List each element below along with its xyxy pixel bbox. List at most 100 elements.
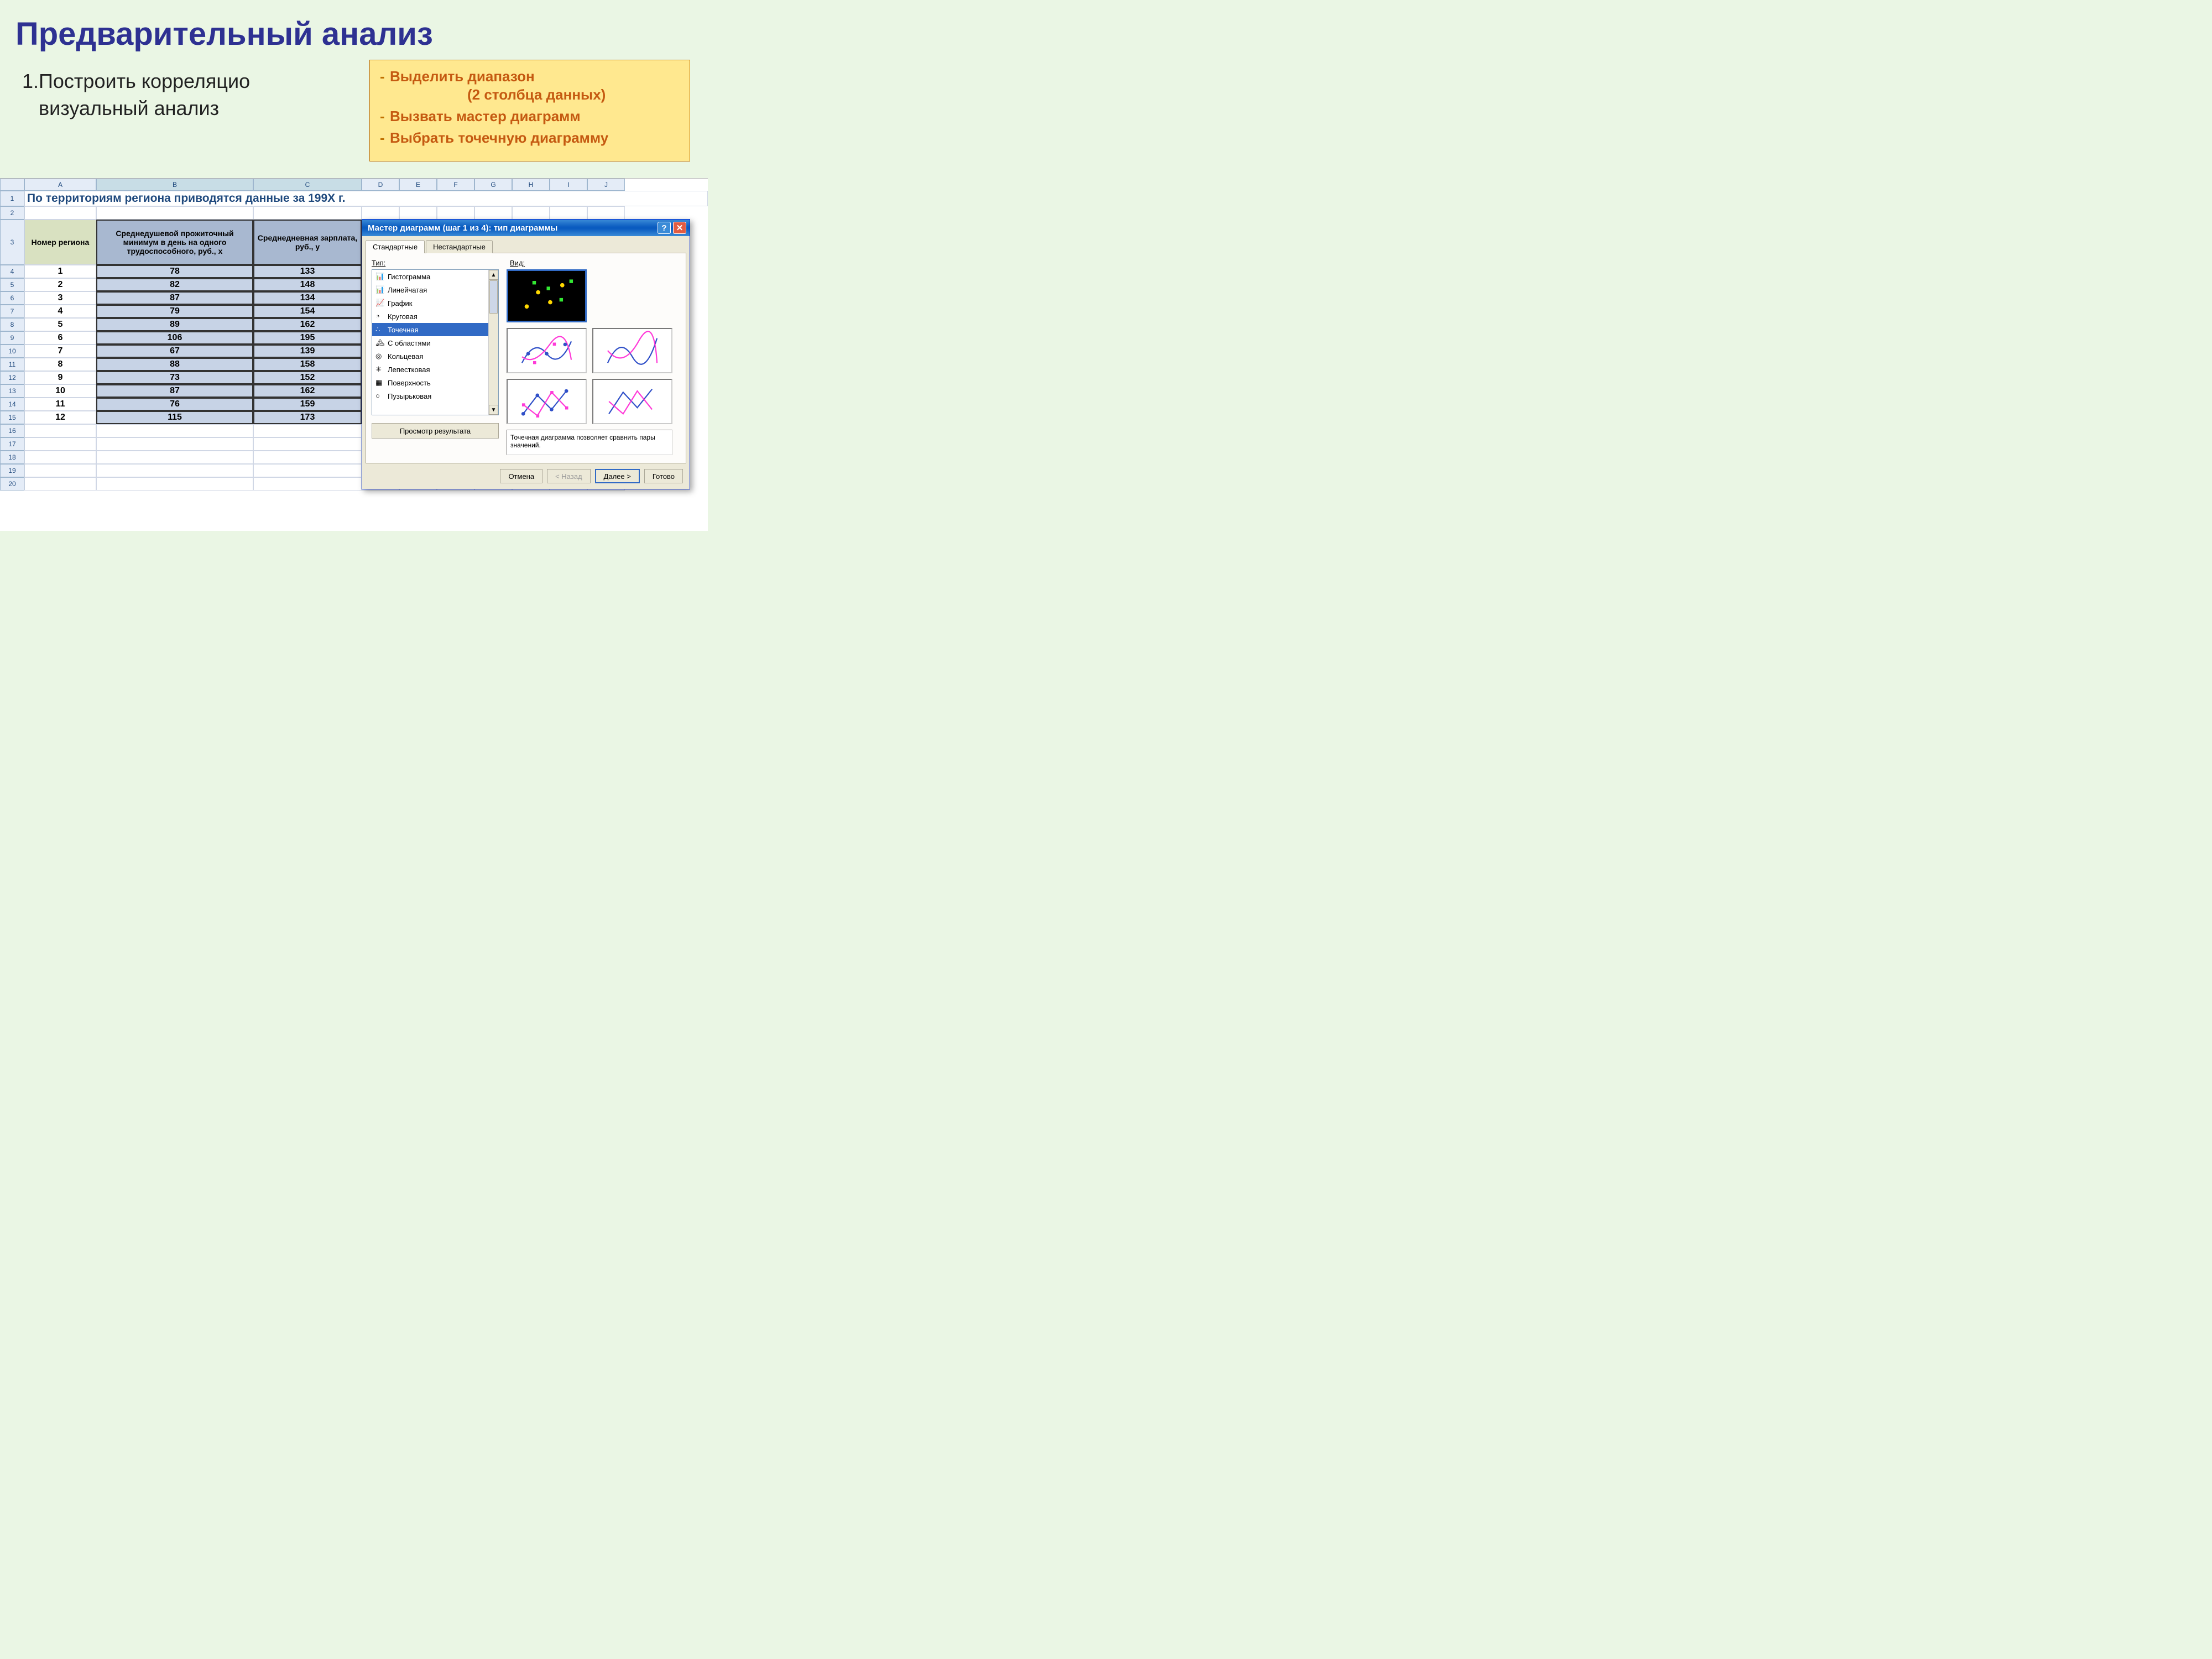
- row-header[interactable]: 6: [0, 291, 24, 305]
- col-header-f[interactable]: F: [437, 179, 474, 191]
- cell-x[interactable]: 115: [96, 411, 253, 424]
- col-header-h[interactable]: H: [512, 179, 550, 191]
- cell-x[interactable]: 82: [96, 278, 253, 291]
- back-button[interactable]: < Назад: [547, 469, 590, 483]
- row-header[interactable]: 5: [0, 278, 24, 291]
- cancel-button[interactable]: Отмена: [500, 469, 542, 483]
- cell-y[interactable]: 133: [253, 265, 362, 278]
- row-header[interactable]: 20: [0, 477, 24, 491]
- row-header[interactable]: 1: [0, 191, 24, 206]
- row-header[interactable]: 12: [0, 371, 24, 384]
- cell-region[interactable]: 8: [24, 358, 96, 371]
- chart-type-item[interactable]: 📈График: [372, 296, 498, 310]
- cell-x[interactable]: 87: [96, 384, 253, 398]
- col-header-d[interactable]: D: [362, 179, 399, 191]
- col-header-c[interactable]: C: [253, 179, 362, 191]
- table-header-a[interactable]: Номер региона: [24, 220, 96, 265]
- cell-y[interactable]: 162: [253, 318, 362, 331]
- chart-type-item[interactable]: ▦Поверхность: [372, 376, 498, 389]
- subtype-scatter-lines-markers[interactable]: [507, 379, 587, 424]
- col-header-a[interactable]: A: [24, 179, 96, 191]
- cell-x[interactable]: 89: [96, 318, 253, 331]
- tab-standard[interactable]: Стандартные: [366, 240, 425, 253]
- chart-type-item[interactable]: ✳Лепестковая: [372, 363, 498, 376]
- chart-type-item[interactable]: 📊Гистограмма: [372, 270, 498, 283]
- chart-type-item[interactable]: 📊Линейчатая: [372, 283, 498, 296]
- cell-region[interactable]: 10: [24, 384, 96, 398]
- row-header[interactable]: 13: [0, 384, 24, 398]
- cell-y[interactable]: 152: [253, 371, 362, 384]
- cell-region[interactable]: 2: [24, 278, 96, 291]
- chart-type-item[interactable]: ◔Круговая: [372, 310, 498, 323]
- row-header[interactable]: 15: [0, 411, 24, 424]
- cell-y[interactable]: 148: [253, 278, 362, 291]
- row-header[interactable]: 14: [0, 398, 24, 411]
- cell-region[interactable]: 1: [24, 265, 96, 278]
- cell-x[interactable]: 76: [96, 398, 253, 411]
- scroll-up[interactable]: ▲: [489, 270, 498, 280]
- cell-region[interactable]: 5: [24, 318, 96, 331]
- chart-type-item[interactable]: ◎Кольцевая: [372, 349, 498, 363]
- finish-button[interactable]: Готово: [644, 469, 683, 483]
- cell-x[interactable]: 87: [96, 291, 253, 305]
- row-header[interactable]: 17: [0, 437, 24, 451]
- cell-x[interactable]: 106: [96, 331, 253, 345]
- cell-y[interactable]: 154: [253, 305, 362, 318]
- chart-wizard-dialog[interactable]: Мастер диаграмм (шаг 1 из 4): тип диагра…: [362, 219, 690, 489]
- row-header[interactable]: 19: [0, 464, 24, 477]
- col-header-b[interactable]: B: [96, 179, 253, 191]
- chart-type-list[interactable]: 📊Гистограмма📊Линейчатая📈График◔Круговая∴…: [372, 269, 499, 415]
- chart-type-item[interactable]: ∴Точечная: [372, 323, 498, 336]
- cell-x[interactable]: 79: [96, 305, 253, 318]
- preview-result-button[interactable]: Просмотр результата: [372, 423, 499, 439]
- row-header[interactable]: 7: [0, 305, 24, 318]
- help-button[interactable]: ?: [658, 222, 671, 234]
- row-header[interactable]: 11: [0, 358, 24, 371]
- col-header-j[interactable]: J: [587, 179, 625, 191]
- row-header[interactable]: 2: [0, 206, 24, 220]
- col-header-g[interactable]: G: [474, 179, 512, 191]
- cell-x[interactable]: 67: [96, 345, 253, 358]
- cell-region[interactable]: 6: [24, 331, 96, 345]
- row-header[interactable]: 16: [0, 424, 24, 437]
- cell-x[interactable]: 73: [96, 371, 253, 384]
- scroll-thumb[interactable]: [489, 280, 498, 314]
- subtype-scatter-smooth[interactable]: [592, 328, 672, 373]
- chart-type-item[interactable]: ○Пузырьковая: [372, 389, 498, 403]
- cell-x[interactable]: 88: [96, 358, 253, 371]
- cell-region[interactable]: 12: [24, 411, 96, 424]
- scroll-down[interactable]: ▼: [489, 405, 498, 415]
- subtype-scatter-lines[interactable]: [592, 379, 672, 424]
- row-header[interactable]: 10: [0, 345, 24, 358]
- cell-region[interactable]: 11: [24, 398, 96, 411]
- select-all-corner[interactable]: [0, 179, 24, 191]
- cell-y[interactable]: 134: [253, 291, 362, 305]
- close-button[interactable]: ✕: [673, 222, 686, 234]
- col-header-i[interactable]: I: [550, 179, 587, 191]
- scrollbar[interactable]: ▲ ▼: [488, 270, 498, 415]
- cell-y[interactable]: 159: [253, 398, 362, 411]
- cell-region[interactable]: 9: [24, 371, 96, 384]
- cell-y[interactable]: 195: [253, 331, 362, 345]
- chart-type-item[interactable]: 🏔С областями: [372, 336, 498, 349]
- next-button[interactable]: Далее >: [595, 469, 640, 483]
- table-header-c[interactable]: Среднедневная зарплата, руб., y: [253, 220, 362, 265]
- cell-region[interactable]: 7: [24, 345, 96, 358]
- cell-y[interactable]: 173: [253, 411, 362, 424]
- row-header[interactable]: 9: [0, 331, 24, 345]
- subtype-scatter-markers[interactable]: [507, 269, 587, 322]
- row-header[interactable]: 3: [0, 220, 24, 265]
- sheet-title-cell[interactable]: По территориям региона приводятся данные…: [24, 191, 708, 206]
- cell-region[interactable]: 3: [24, 291, 96, 305]
- cell-region[interactable]: 4: [24, 305, 96, 318]
- cell-y[interactable]: 139: [253, 345, 362, 358]
- row-header[interactable]: 4: [0, 265, 24, 278]
- tab-nonstandard[interactable]: Нестандартные: [426, 240, 493, 253]
- cell-y[interactable]: 158: [253, 358, 362, 371]
- table-header-b[interactable]: Среднедушевой прожиточный минимум в день…: [96, 220, 253, 265]
- row-header[interactable]: 8: [0, 318, 24, 331]
- dialog-titlebar[interactable]: Мастер диаграмм (шаг 1 из 4): тип диагра…: [362, 220, 690, 236]
- subtype-scatter-smooth-markers[interactable]: [507, 328, 587, 373]
- cell-y[interactable]: 162: [253, 384, 362, 398]
- col-header-e[interactable]: E: [399, 179, 437, 191]
